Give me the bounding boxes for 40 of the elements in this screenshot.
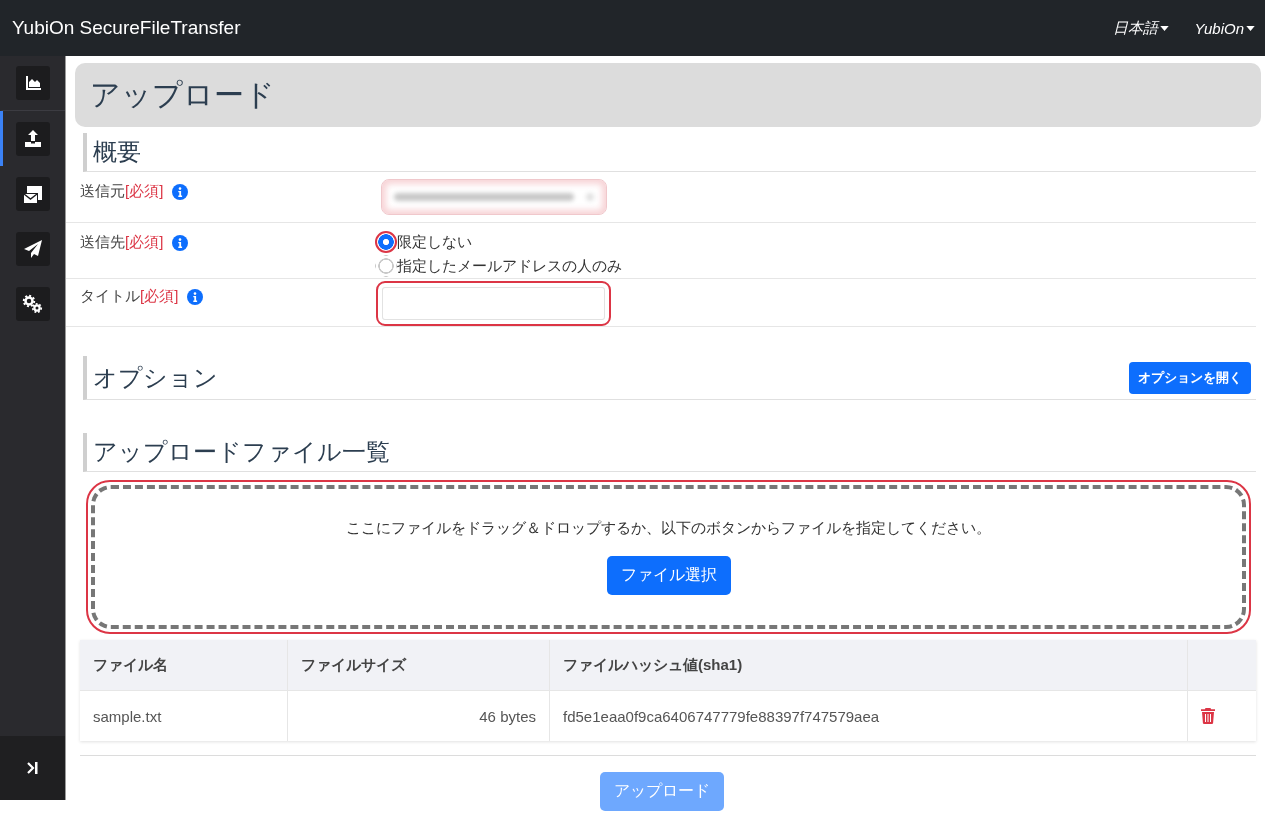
column-header: ファイルサイズ (287, 640, 550, 691)
column-header: ファイル名 (80, 640, 288, 691)
section-heading: 概要 (93, 137, 141, 167)
info-icon[interactable] (187, 288, 204, 305)
trash-icon[interactable] (1201, 708, 1215, 724)
radio-label[interactable]: 指定したメールアドレスの人のみ (397, 256, 622, 276)
select-field[interactable] (381, 179, 607, 215)
nav-menu[interactable]: YubiOn (1194, 18, 1255, 38)
info-icon[interactable] (172, 183, 189, 200)
caret-icon (1246, 25, 1255, 31)
table-cell: 46 bytes (287, 690, 550, 741)
paper-plane-icon (15, 231, 50, 266)
required-mark: [必須] (140, 287, 179, 306)
field-label: 送信元 (80, 182, 125, 201)
column-header: ファイルハッシュ値(sha1) (549, 640, 1188, 691)
radio-label[interactable]: 限定しない (397, 232, 472, 252)
field-label: 送信先 (80, 233, 125, 252)
table-cell: sample.txt (80, 690, 288, 741)
caret-icon (1159, 25, 1169, 31)
nav-menu[interactable]: 日本語 (1112, 18, 1169, 38)
gears-icon (15, 286, 50, 321)
section-heading: アップロードファイル一覧 (93, 437, 390, 467)
info-icon[interactable] (172, 234, 189, 251)
drop-zone-message: ここにファイルをドラッグ＆ドロップするか、以下のボタンからファイルを指定してください。 (346, 519, 991, 538)
page-title: アップロード (90, 76, 275, 113)
required-mark: [必須] (125, 182, 164, 201)
section-heading: オプション (93, 362, 218, 393)
file-drop-zone[interactable]: ここにファイルをドラッグ＆ドロップするか、以下のボタンからファイルを指定してください。 ファイル選択 (86, 480, 1251, 634)
app-brand[interactable]: YubiOn SecureFileTransfer (12, 17, 241, 39)
field-label: タイトル (80, 287, 140, 306)
title-input[interactable] (376, 281, 611, 326)
select-file-button[interactable]: ファイル選択 (606, 556, 731, 595)
collapse-icon (27, 762, 38, 774)
envelope-icon (15, 176, 50, 211)
table-cell: fd5e1eaa0f9ca6406747779fe88397f747579aea (549, 690, 1188, 741)
upload-icon (15, 121, 50, 156)
radio-button[interactable] (375, 231, 397, 253)
required-mark: [必須] (125, 233, 164, 252)
area-chart-icon (15, 66, 50, 100)
open-options-button[interactable]: オプションを開く (1129, 361, 1251, 394)
